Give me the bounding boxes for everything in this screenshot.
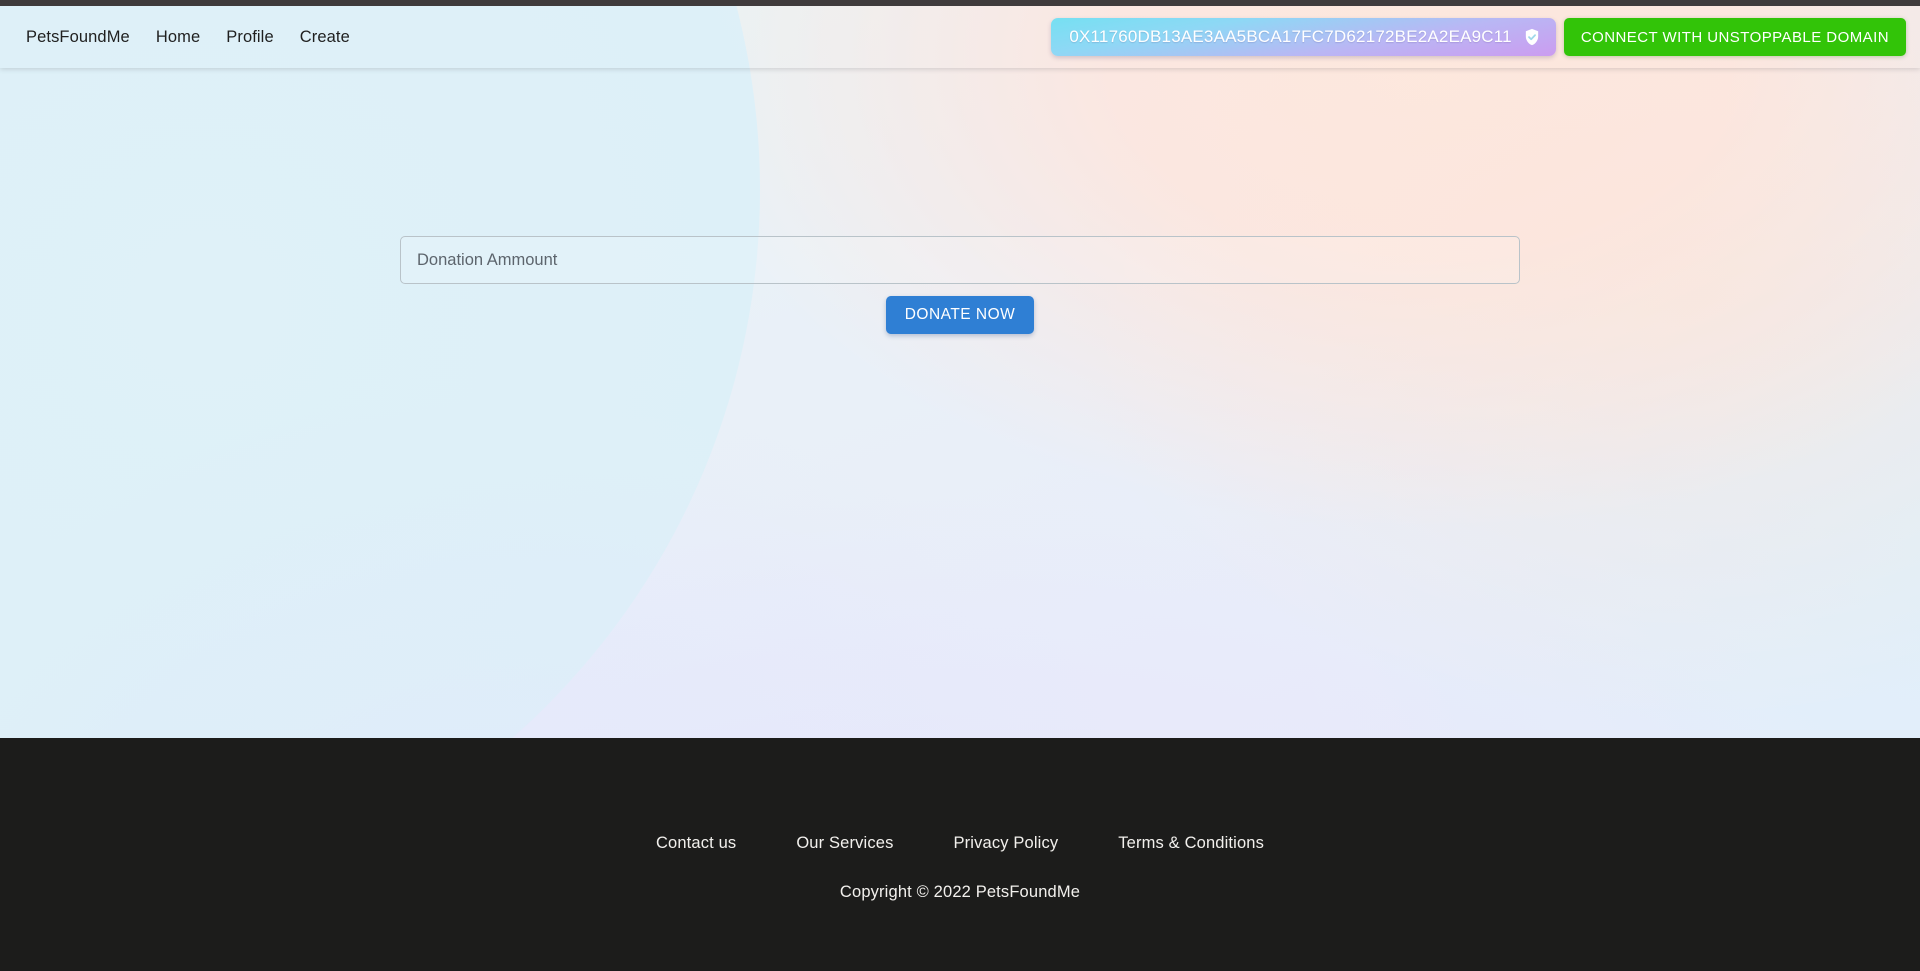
- nav-item-create[interactable]: Create: [300, 29, 350, 46]
- footer-link-contact-us[interactable]: Contact us: [656, 834, 736, 853]
- wallet-address-chip[interactable]: 0X11760DB13AE3AA5BCA17FC7D62172BE2A2EA9C…: [1051, 18, 1556, 56]
- nav-item-profile[interactable]: Profile: [226, 29, 273, 46]
- navbar-right-group: 0X11760DB13AE3AA5BCA17FC7D62172BE2A2EA9C…: [1051, 18, 1920, 56]
- footer: Contact us Our Services Privacy Policy T…: [0, 738, 1920, 971]
- footer-link-terms-conditions[interactable]: Terms & Conditions: [1118, 834, 1264, 853]
- donation-amount-input[interactable]: [400, 236, 1520, 284]
- nav-item-home[interactable]: Home: [156, 29, 200, 46]
- main-content: DONATE NOW: [0, 68, 1920, 738]
- shield-check-icon: [1522, 27, 1542, 47]
- footer-copyright: Copyright © 2022 PetsFoundMe: [839, 883, 1081, 901]
- top-chrome-strip: [0, 0, 1920, 6]
- footer-link-privacy-policy[interactable]: Privacy Policy: [953, 834, 1058, 853]
- footer-link-our-services[interactable]: Our Services: [796, 834, 893, 853]
- donate-now-button[interactable]: DONATE NOW: [885, 296, 1035, 334]
- connect-unstoppable-domain-button[interactable]: CONNECT WITH UNSTOPPABLE DOMAIN: [1563, 18, 1906, 56]
- page-root: PetsFoundMe Home Profile Create 0X11760D…: [0, 0, 1920, 971]
- donate-button-row: DONATE NOW: [400, 296, 1520, 334]
- wallet-address-text: 0X11760DB13AE3AA5BCA17FC7D62172BE2A2EA9C…: [1069, 27, 1512, 46]
- nav-brand-petsfoundme[interactable]: PetsFoundMe: [26, 29, 130, 46]
- navbar: PetsFoundMe Home Profile Create 0X11760D…: [0, 6, 1920, 68]
- footer-links: Contact us Our Services Privacy Policy T…: [656, 834, 1264, 853]
- navbar-left-group: PetsFoundMe Home Profile Create: [0, 29, 350, 46]
- donation-form: DONATE NOW: [400, 236, 1520, 334]
